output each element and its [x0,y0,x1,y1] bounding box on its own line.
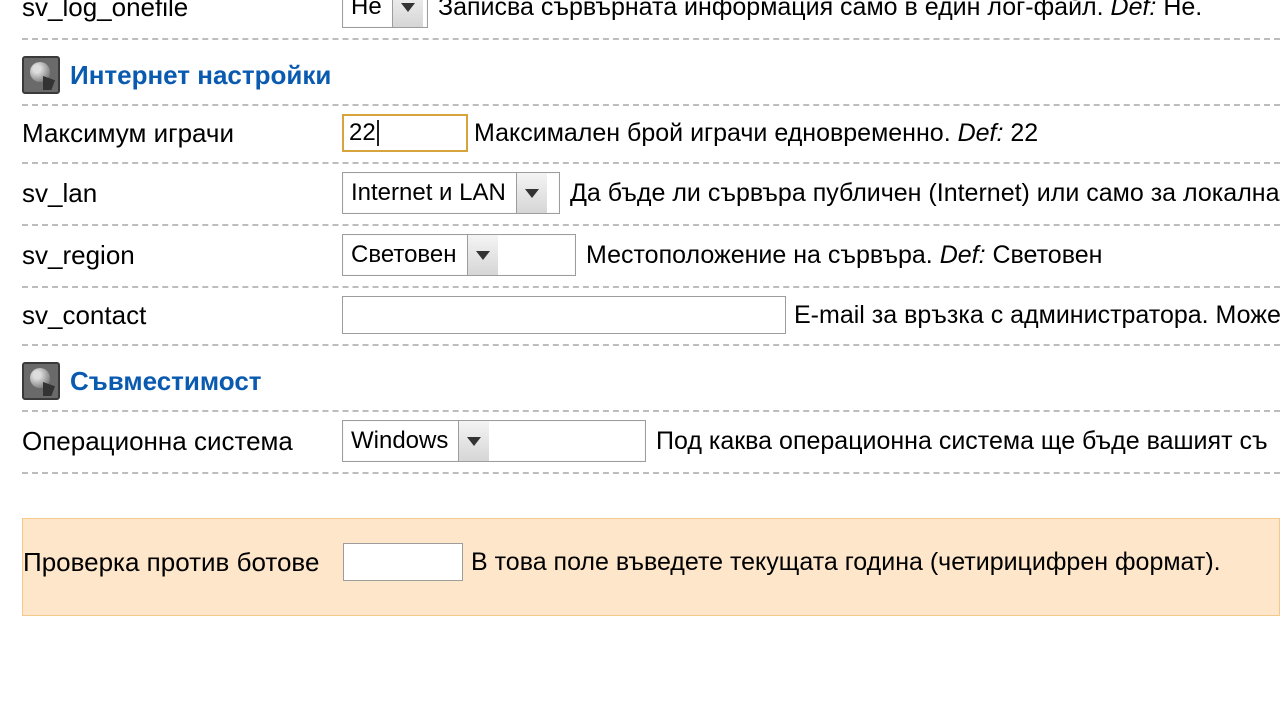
input-max-players-value: 22 [349,119,376,147]
desc-bot-check: В това поле въведете текущата година (че… [471,548,1221,576]
def-label: Def: [1111,0,1157,21]
select-sv-region[interactable]: Световен [342,234,576,276]
select-sv-region-value: Световен [343,235,467,275]
input-bot-check[interactable] [343,543,463,581]
def-value: Не. [1156,0,1202,21]
anti-bot-panel: Проверка против ботове В това поле въвед… [22,518,1280,616]
desc-sv-region: Местоположение на сървъра. [586,241,940,269]
cs-icon [22,362,60,400]
cs-icon [22,56,60,94]
desc-sv-log-onefile: Записва сървърната информация само в еди… [438,0,1111,21]
label-max-players: Максимум играчи [22,118,342,149]
dropdown-icon [516,173,547,213]
desc-sv-contact: E-mail за връзка с администратора. Може [794,301,1280,329]
section-compat: Съвместимост [22,346,1280,412]
label-sv-contact: sv_contact [22,300,342,331]
def-value: 22 [1003,119,1038,147]
select-sv-log-onefile[interactable]: Не [342,0,428,28]
def-label: Def: [940,241,986,269]
select-os[interactable]: Windows [342,420,646,462]
input-max-players[interactable]: 22 [342,114,468,152]
label-sv-log-onefile: sv_log_onefile [22,0,342,23]
label-os: Операционна система [22,426,342,457]
label-sv-region: sv_region [22,240,342,271]
desc-sv-lan: Да бъде ли сървъра публичен (Internet) и… [570,179,1280,207]
section-compat-title: Съвместимост [70,366,262,397]
def-label: Def: [958,119,1004,147]
select-os-value: Windows [343,421,458,461]
dropdown-icon [458,421,489,461]
label-sv-lan: sv_lan [22,178,342,209]
dropdown-icon [467,235,498,275]
select-sv-log-onefile-value: Не [343,0,392,27]
select-sv-lan[interactable]: Internet и LAN [342,172,560,214]
section-internet-title: Интернет настройки [70,60,331,91]
desc-max-players: Максимален брой играчи едновременно. [474,119,958,147]
dropdown-icon [392,0,423,27]
label-bot-check: Проверка против ботове [23,547,343,578]
def-value: Световен [986,241,1103,269]
input-sv-contact[interactable] [342,296,786,334]
desc-os: Под каква операционна система ще бъде ва… [656,427,1268,455]
section-internet: Интернет настройки [22,40,1280,106]
text-caret [377,120,379,146]
select-sv-lan-value: Internet и LAN [343,173,516,213]
